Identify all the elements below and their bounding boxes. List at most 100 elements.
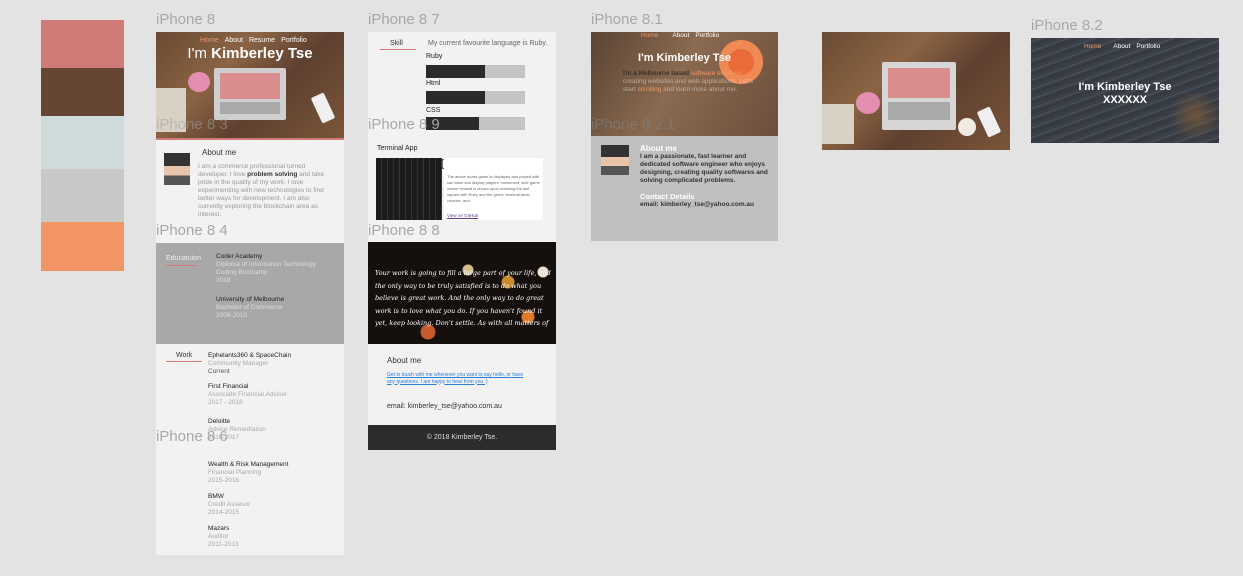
- terminal-github-link[interactable]: View on GitHub: [447, 213, 478, 218]
- phone-graphic: [310, 92, 336, 124]
- nav-portfolio[interactable]: Portfolio: [1136, 43, 1160, 50]
- artboard-label[interactable]: iPhone 8 3: [156, 116, 228, 133]
- skill-underline: [380, 49, 416, 50]
- artboard-label[interactable]: iPhone 8.1: [591, 11, 663, 28]
- skill-name: CSS: [426, 107, 441, 114]
- laptop-graphic: [882, 62, 956, 130]
- work-item: Ephelants360 & SpaceChain Community Mana…: [208, 352, 291, 376]
- work-item: First Financial Associate Financial Advi…: [208, 383, 287, 407]
- skill-intro: My current favourite language is Ruby.: [428, 40, 548, 47]
- top-nav: Home About Portfolio: [641, 32, 725, 39]
- edu-year: 2018: [216, 277, 231, 284]
- palette-swatch-orange: [41, 222, 124, 271]
- skill-label: Skill: [390, 40, 403, 47]
- hero-divider: [156, 138, 344, 140]
- intro-3: and learn more about me.: [661, 86, 738, 93]
- skill-bar-fill: [426, 65, 486, 78]
- work-item: BMW Credit Assesor 2014-2015: [208, 493, 250, 517]
- artboard-label[interactable]: iPhone 8 6: [156, 428, 228, 445]
- palette-swatch-grey: [41, 169, 124, 222]
- notebook-graphic: [822, 104, 854, 144]
- artboard-iphone-8-7[interactable]: Skill My current favourite language is R…: [368, 32, 556, 450]
- palette-swatch-light-blue: [41, 116, 124, 169]
- artboard-label[interactable]: iPhone 8 9: [368, 116, 440, 133]
- flowers-graphic: [188, 72, 210, 92]
- phone-graphic: [976, 106, 1002, 138]
- profile-avatar: [601, 145, 629, 175]
- artboard-iphone-8-1[interactable]: Home About Portfolio I'm Kimberley Tse I'm…: [591, 32, 778, 241]
- nav-home[interactable]: Home: [200, 37, 219, 44]
- intro-1: I'm a Melbourne based: [623, 70, 691, 77]
- quote-banner: Your work is going to fill a large part …: [368, 242, 556, 344]
- artboard-iphone-8-2[interactable]: Home About Portfolio I'm Kimberley Tse XXX…: [1031, 38, 1219, 143]
- work-title: First Financial: [208, 383, 249, 390]
- laptop-graphic: [214, 68, 286, 120]
- work-sub: Associate Financial Adviser: [208, 391, 288, 398]
- keyboard: [888, 102, 950, 120]
- footer: © 2018 Kimberley Tse.: [368, 425, 556, 450]
- laptop-screen: [220, 73, 280, 99]
- artboard-label[interactable]: iPhone 8.2: [1031, 17, 1103, 34]
- top-nav: Home About Portfolio: [1084, 43, 1166, 50]
- flowers-graphic: [856, 92, 880, 114]
- about-body-2: and take pride in the quality of my work…: [198, 171, 325, 218]
- edu-year: 2008-2010: [216, 312, 248, 319]
- education-underline: [166, 265, 196, 266]
- nav-about[interactable]: About: [672, 32, 689, 39]
- work-item: Mazars Auditor 2011-2013: [208, 525, 239, 549]
- nav-portfolio[interactable]: Portfolio: [281, 37, 307, 44]
- work-title: Wealth & Risk Management: [208, 461, 289, 468]
- hero-title: I'm Kimberley Tse: [1078, 81, 1172, 93]
- desk-hero-image[interactable]: [822, 32, 1010, 150]
- artboard-label[interactable]: iPhone 8 5: [156, 323, 228, 340]
- work-year: 2017 - 2018: [208, 399, 243, 406]
- nav-resume[interactable]: Resume: [249, 37, 275, 44]
- work-year: 2015-2016: [208, 477, 240, 484]
- edu-title: University of Melbourne: [216, 296, 285, 303]
- work-year: 2014-2015: [208, 509, 240, 516]
- palette-swatch-red: [41, 20, 124, 68]
- skill-name: Html: [426, 80, 441, 87]
- contact-heading: Contact Details: [640, 192, 695, 201]
- hero-intro: I'm a Melbourne based software engineer …: [623, 70, 753, 94]
- hero-placeholder: XXXXXX: [1102, 94, 1148, 106]
- contact-heading: About me: [387, 356, 422, 365]
- artboard-label[interactable]: iPhone 8 2.1: [591, 116, 675, 133]
- skill-bar: [426, 117, 525, 130]
- edu-sub: Diploma of Information Technology: [216, 261, 316, 268]
- hero-name: Kimberley Tse: [211, 45, 313, 62]
- intro-highlight-2: scrolling: [637, 86, 662, 93]
- work-label: Work: [176, 352, 193, 359]
- artboard-label[interactable]: iPhone 8 4: [156, 222, 228, 239]
- nav-home[interactable]: Home: [641, 32, 658, 39]
- artboard-iphone-8[interactable]: Home About Resume Portfolio I'm Kimberley T…: [156, 32, 344, 555]
- work-item: Wealth & Risk Management Financial Plann…: [208, 461, 288, 485]
- terminal-screenshot: [376, 158, 442, 220]
- artboard-label[interactable]: iPhone 8 7: [368, 11, 440, 28]
- skill-name: Ruby: [426, 53, 443, 60]
- artboard-label[interactable]: iPhone 8 8: [368, 222, 440, 239]
- education-item: University of Melbourne Bachelor of Comm…: [216, 296, 336, 320]
- work-sub: Credit Assesor: [208, 501, 251, 508]
- work-sub: Financial Planning: [208, 469, 262, 476]
- about-body: I am a commerce professional turned deve…: [198, 163, 334, 219]
- palette-swatch-brown: [41, 68, 124, 116]
- artboard-label[interactable]: iPhone 8: [156, 11, 215, 28]
- hero-prefix: I'm: [187, 45, 212, 62]
- terminal-label: Terminal App: [377, 145, 418, 152]
- hero-title: I'm Kimberley Tse: [156, 45, 344, 62]
- nav-home[interactable]: Home: [1084, 43, 1101, 50]
- footer-text: © 2018 Kimberley Tse.: [426, 434, 498, 441]
- hero-title: I'm Kimberley Tse: [638, 52, 731, 64]
- work-title: BMW: [208, 493, 224, 500]
- nav-portfolio[interactable]: Portfolio: [695, 32, 719, 39]
- nav-about[interactable]: About: [1113, 43, 1130, 50]
- contact-email: email: kimberley_tse@yahoo.com.au: [640, 201, 754, 208]
- nav-about[interactable]: About: [225, 37, 243, 44]
- coffee-cup-graphic: [958, 118, 976, 136]
- terminal-desc: The above board game is displayed and pl…: [447, 174, 540, 203]
- work-sub: Community Manager: [208, 360, 269, 367]
- work-year: 2011-2013: [208, 541, 239, 548]
- contact-link[interactable]: Get in touch with me whenever you want t…: [387, 372, 532, 392]
- intro-highlight: software engineer: [690, 70, 743, 77]
